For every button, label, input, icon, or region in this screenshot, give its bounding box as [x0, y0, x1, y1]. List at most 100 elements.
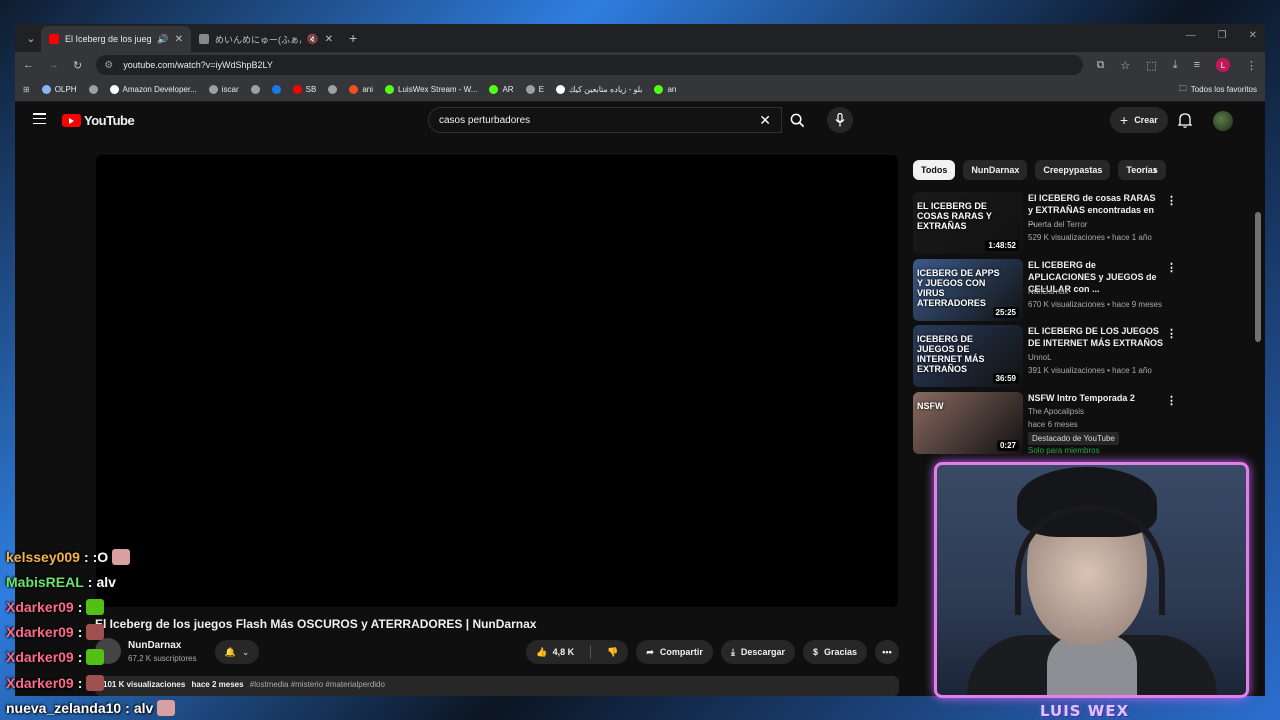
youtube-play-icon — [62, 114, 81, 127]
extensions-icon[interactable]: ⬚ — [1146, 59, 1156, 72]
filter-chip[interactable]: Todos — [913, 160, 956, 180]
share-label: Compartir — [659, 647, 703, 657]
recommended-channel[interactable]: Puerta del Terror — [1028, 219, 1087, 230]
all-bookmarks-button[interactable]: 🗀 Todos los favoritos — [1179, 83, 1257, 97]
install-app-icon[interactable]: ⧉ — [1097, 59, 1105, 72]
bookmark-item[interactable] — [328, 85, 338, 94]
dislike-button[interactable]: 👎 — [597, 640, 628, 664]
bookmark-favicon-icon — [328, 85, 338, 94]
recommended-title[interactable]: EL ICEBERG DE LOS JUEGOS DE INTERNET MÁS… — [1028, 325, 1163, 349]
recommended-video[interactable]: ICEBERG DE APPS Y JUEGOS CON VIRUS ATERR… — [913, 259, 1213, 321]
recommended-channel[interactable]: NunDarnax — [1028, 286, 1068, 297]
browser-menu-icon[interactable]: ⋮ — [1246, 59, 1257, 72]
account-avatar[interactable] — [1213, 111, 1233, 131]
all-bookmarks-label: Todos los favoritos — [1190, 85, 1257, 94]
minimize-icon[interactable]: — — [1186, 30, 1196, 41]
bookmark-item[interactable]: iscar — [208, 85, 239, 94]
media-control-icon[interactable]: ≡ — [1194, 59, 1200, 71]
recommended-video[interactable]: EL ICEBERG DE COSAS RARAS Y EXTRAÑAS 1:48… — [913, 192, 1213, 254]
create-label: Crear — [1134, 115, 1158, 125]
site-info-icon[interactable]: ⚙ — [104, 60, 113, 71]
bookmark-favicon-icon — [525, 85, 535, 94]
recommended-channel[interactable]: The Apocalipsis — [1028, 406, 1084, 417]
bookmark-item[interactable]: SB — [292, 85, 316, 94]
clear-search-icon[interactable]: ✕ — [759, 112, 771, 129]
restore-icon[interactable]: ❐ — [1218, 30, 1227, 41]
chevron-right-icon[interactable]: › — [1153, 163, 1157, 177]
create-button[interactable]: + Crear — [1110, 107, 1168, 133]
notifications-button[interactable] — [1177, 112, 1193, 133]
close-tab-icon[interactable]: ✕ — [325, 34, 333, 45]
bookmark-item[interactable]: E — [525, 85, 544, 94]
more-options-icon[interactable]: ⋮ — [1166, 327, 1177, 340]
bookmark-item[interactable]: AR — [489, 85, 514, 94]
browser-toolbar: ← → ↻ ⚙ youtube.com/watch?v=iyWdShpB2LY … — [15, 52, 1265, 78]
menu-icon[interactable] — [33, 113, 46, 124]
video-thumbnail[interactable]: NSFW 0:27 — [913, 392, 1023, 454]
tab-search-icon[interactable]: ⌄ — [21, 28, 41, 48]
video-player[interactable] — [96, 155, 898, 607]
tab-youtube[interactable]: El Iceberg de los juegos Fla 🔊 ✕ — [41, 26, 191, 52]
apps-grid-icon[interactable]: ⊞ — [23, 85, 30, 94]
bookmark-label: iscar — [221, 85, 239, 94]
more-options-icon[interactable]: ⋮ — [1166, 394, 1177, 407]
search-icon — [790, 113, 804, 127]
recommended-video[interactable]: ICEBERG DE JUEGOS DE INTERNET MÁS EXTRAÑ… — [913, 325, 1213, 387]
more-actions-button[interactable]: ••• — [875, 640, 899, 664]
chat-message: nueva_zelanda10 : alv — [0, 695, 320, 720]
filter-chip[interactable]: Teorías — [1118, 160, 1166, 180]
download-button[interactable]: ⤓ Descargar — [720, 640, 795, 664]
address-bar[interactable]: ⚙ youtube.com/watch?v=iyWdShpB2LY — [96, 55, 1083, 75]
bookmark-star-icon[interactable]: ☆ — [1120, 59, 1130, 72]
close-window-icon[interactable]: ✕ — [1249, 30, 1257, 41]
bookmark-item[interactable]: LuisWex Stream - W... — [385, 85, 477, 94]
chat-username: MabisREAL — [6, 573, 84, 590]
bookmark-label: ani — [362, 85, 374, 94]
filter-chip[interactable]: NunDarnax — [963, 160, 1028, 180]
chat-username: kelssey009 — [6, 548, 80, 565]
thanks-button[interactable]: $ Gracias — [802, 640, 867, 664]
bookmark-item[interactable]: بلو - زياده متابعين كيك — [555, 85, 642, 94]
thanks-label: Gracias — [823, 647, 857, 657]
scrollbar[interactable] — [1255, 212, 1261, 342]
members-only-label: Solo para miembros — [1028, 446, 1100, 455]
search-input[interactable]: casos perturbadores ✕ — [428, 107, 782, 133]
like-button[interactable]: 👍 4,8 K — [526, 640, 584, 664]
bookmark-item[interactable]: Amazon Developer... — [109, 85, 197, 94]
video-thumbnail[interactable]: ICEBERG DE APPS Y JUEGOS CON VIRUS ATERR… — [913, 259, 1023, 321]
profile-avatar[interactable]: L — [1216, 58, 1230, 72]
video-thumbnail[interactable]: ICEBERG DE JUEGOS DE INTERNET MÁS EXTRAÑ… — [913, 325, 1023, 387]
bookmark-item[interactable] — [88, 85, 98, 94]
featured-badge: Destacado de YouTube — [1028, 432, 1119, 446]
forward-icon[interactable]: → — [48, 59, 59, 71]
search-button[interactable] — [782, 107, 812, 133]
video-thumbnail[interactable]: EL ICEBERG DE COSAS RARAS Y EXTRAÑAS 1:48… — [913, 192, 1023, 254]
new-tab-icon[interactable]: + — [349, 30, 357, 46]
recommended-channel[interactable]: UnnoL — [1028, 352, 1052, 363]
bookmark-item[interactable] — [271, 85, 281, 94]
close-tab-icon[interactable]: ✕ — [175, 34, 183, 45]
more-options-icon[interactable]: ⋮ — [1166, 194, 1177, 207]
tab-second[interactable]: めいんめにゅー(ふぁんしーあいら 🔇 ✕ — [191, 26, 341, 52]
chat-message: Xdarker09 : — [0, 645, 320, 670]
chat-emote-icon — [86, 649, 105, 666]
downloads-icon[interactable]: ⤓ — [1173, 59, 1178, 72]
bookmark-favicon-icon — [349, 85, 359, 94]
youtube-favicon-icon — [49, 34, 59, 44]
filter-chip[interactable]: Creepypastas — [1035, 160, 1111, 180]
reload-icon[interactable]: ↻ — [73, 59, 82, 72]
recommended-title[interactable]: NSFW Intro Temporada 2 — [1028, 392, 1163, 404]
bookmark-item[interactable]: ani — [349, 85, 373, 94]
voice-search-button[interactable] — [827, 107, 853, 133]
speaker-icon[interactable]: 🔊 — [157, 34, 168, 45]
more-options-icon[interactable]: ⋮ — [1166, 261, 1177, 274]
recommended-video[interactable]: NSFW 0:27 NSFW Intro Temporada 2 The Apocal… — [913, 392, 1213, 455]
back-icon[interactable]: ← — [23, 59, 34, 71]
logo-text: YouTube — [84, 113, 135, 128]
bookmark-item[interactable] — [250, 85, 260, 94]
share-button[interactable]: ➦ Compartir — [636, 640, 713, 664]
youtube-logo[interactable]: YouTube — [62, 113, 135, 128]
bookmark-item[interactable]: OLPH — [41, 85, 77, 94]
muted-icon[interactable]: 🔇 — [307, 34, 318, 45]
bookmark-item[interactable]: an — [654, 85, 676, 94]
